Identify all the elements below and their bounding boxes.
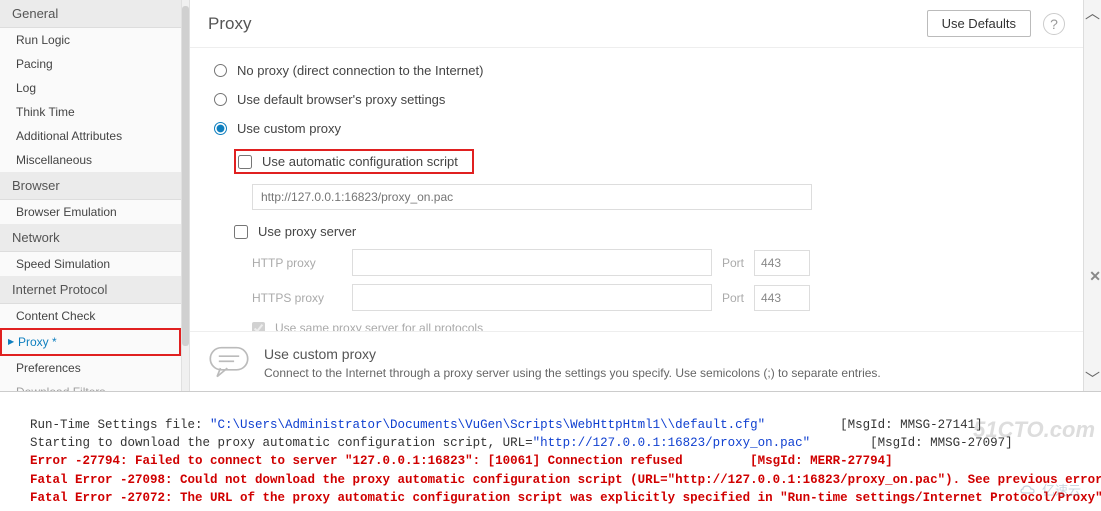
https-port-label: Port xyxy=(722,291,744,305)
sidebar-item-log[interactable]: Log xyxy=(0,76,181,100)
log-msgid: [MsgId: MMSG-27097] xyxy=(810,436,1013,450)
sidebar-item-download-filters[interactable]: Download Filters xyxy=(0,380,181,391)
sidebar-scrollbar[interactable] xyxy=(182,0,190,391)
checkbox-use-proxy-server-input[interactable] xyxy=(234,225,248,239)
log-path: "C:\Users\Administrator\Documents\VuGen\… xyxy=(210,418,765,432)
checkbox-same-proxy-label: Use same proxy server for all protocols xyxy=(275,321,483,331)
radio-custom-proxy-label: Use custom proxy xyxy=(237,121,341,136)
radio-no-proxy-input[interactable] xyxy=(214,64,227,77)
sidebar-item-browser-emulation[interactable]: Browser Emulation xyxy=(0,200,181,224)
app-container: General Run Logic Pacing Log Think Time … xyxy=(0,0,1101,392)
scroll-down-icon[interactable]: ﹀ xyxy=(1085,366,1100,391)
scroll-up-icon[interactable]: ︿ xyxy=(1085,0,1100,25)
checkbox-use-proxy-server[interactable]: Use proxy server xyxy=(214,218,1059,245)
hint-box: Use custom proxy Connect to the Internet… xyxy=(190,331,1083,391)
checkbox-use-proxy-server-label: Use proxy server xyxy=(258,224,356,239)
log-msgid: [MsgId: MMSG-27141] xyxy=(765,418,983,432)
checkbox-same-proxy-input[interactable] xyxy=(252,322,265,332)
proxy-grid: HTTP proxy Port HTTPS proxy Port xyxy=(252,245,1059,315)
help-icon[interactable]: ? xyxy=(1043,13,1065,35)
radio-no-proxy-label: No proxy (direct connection to the Inter… xyxy=(237,63,483,78)
http-proxy-label: HTTP proxy xyxy=(252,256,342,270)
radio-no-proxy[interactable]: No proxy (direct connection to the Inter… xyxy=(214,56,1059,85)
checkbox-auto-script-label: Use automatic configuration script xyxy=(262,154,458,169)
section-network[interactable]: Network xyxy=(0,224,181,252)
section-browser[interactable]: Browser xyxy=(0,172,181,200)
settings-sidebar: General Run Logic Pacing Log Think Time … xyxy=(0,0,182,391)
checkbox-same-proxy[interactable]: Use same proxy server for all protocols xyxy=(252,321,1059,331)
hint-title: Use custom proxy xyxy=(264,346,881,362)
section-general[interactable]: General xyxy=(0,0,181,28)
use-defaults-button[interactable]: Use Defaults xyxy=(927,10,1031,37)
http-proxy-host-input[interactable] xyxy=(352,249,712,276)
sidebar-item-thinktime[interactable]: Think Time xyxy=(0,100,181,124)
page-title: Proxy xyxy=(208,14,927,34)
https-proxy-port-input[interactable] xyxy=(754,285,810,311)
sidebar-item-proxy[interactable]: Proxy * xyxy=(2,330,179,354)
main-panel: Proxy Use Defaults ? No proxy (direct co… xyxy=(190,0,1083,391)
auto-script-url-input[interactable] xyxy=(252,184,812,210)
sidebar-item-runlogic[interactable]: Run Logic xyxy=(0,28,181,52)
checkbox-auto-script-input[interactable] xyxy=(238,155,252,169)
auto-script-highlight: Use automatic configuration script xyxy=(234,149,474,174)
radio-custom-proxy[interactable]: Use custom proxy xyxy=(214,114,1059,143)
sidebar-item-miscellaneous[interactable]: Miscellaneous xyxy=(0,148,181,172)
sidebar-item-speed-simulation[interactable]: Speed Simulation xyxy=(0,252,181,276)
sidebar-item-pacing[interactable]: Pacing xyxy=(0,52,181,76)
https-proxy-label: HTTPS proxy xyxy=(252,291,342,305)
section-internet-protocol[interactable]: Internet Protocol xyxy=(0,276,181,304)
log-error: Error -27794: Failed to connect to serve… xyxy=(30,454,893,468)
log-text: Starting to download the proxy automatic… xyxy=(30,436,533,450)
radio-default-browser-label: Use default browser's proxy settings xyxy=(237,92,445,107)
radio-custom-proxy-input[interactable] xyxy=(214,122,227,135)
close-icon[interactable]: ✕ xyxy=(1089,268,1101,285)
http-proxy-port-input[interactable] xyxy=(754,250,810,276)
sidebar-item-preferences[interactable]: Preferences xyxy=(0,356,181,380)
radio-default-browser-input[interactable] xyxy=(214,93,227,106)
main-body: No proxy (direct connection to the Inter… xyxy=(190,48,1083,331)
https-proxy-host-input[interactable] xyxy=(352,284,712,311)
checkbox-auto-script[interactable]: Use automatic configuration script xyxy=(238,154,458,169)
speech-bubble-icon xyxy=(208,346,250,383)
vertical-scrollbar[interactable]: ︿ ﹀ xyxy=(1083,0,1101,391)
http-port-label: Port xyxy=(722,256,744,270)
radio-default-browser[interactable]: Use default browser's proxy settings xyxy=(214,85,1059,114)
main-header: Proxy Use Defaults ? xyxy=(190,0,1083,48)
hint-text: Connect to the Internet through a proxy … xyxy=(264,366,881,380)
log-fatal-error: Fatal Error -27098: Could not download t… xyxy=(30,473,1101,487)
log-url: "http://127.0.0.1:16823/proxy_on.pac" xyxy=(533,436,811,450)
sidebar-item-additional-attributes[interactable]: Additional Attributes xyxy=(0,124,181,148)
output-console: Run-Time Settings file: "C:\Users\Admini… xyxy=(0,392,1101,511)
log-text: Run-Time Settings file: xyxy=(30,418,210,432)
sidebar-item-content-check[interactable]: Content Check xyxy=(0,304,181,328)
